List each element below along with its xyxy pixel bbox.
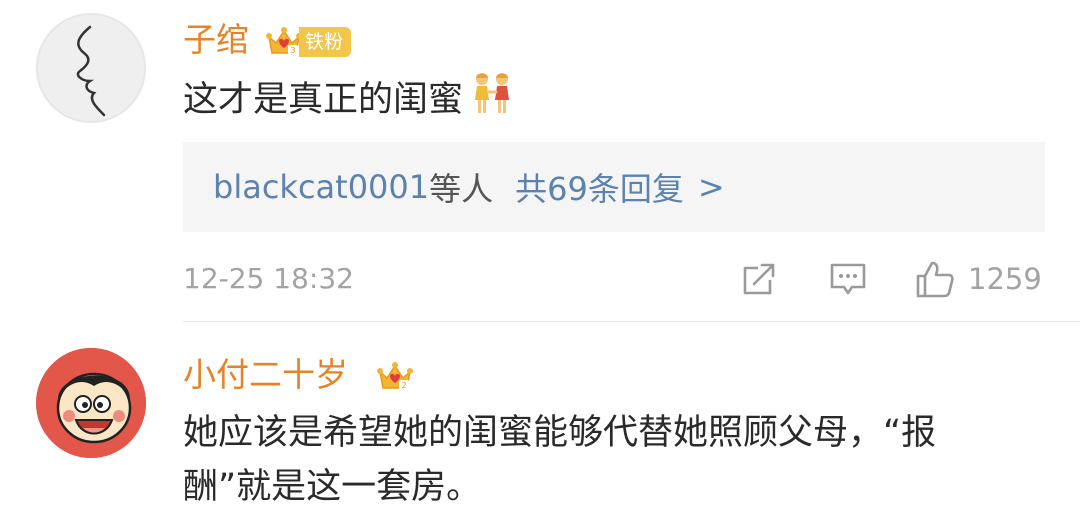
like-icon <box>916 261 954 298</box>
username[interactable]: 子绾 <box>183 20 249 60</box>
chevron-right-icon: > <box>697 168 725 206</box>
comment-timestamp: 12-25 18:32 <box>183 262 354 295</box>
share-icon <box>743 263 775 295</box>
avatar-face-profile-icon <box>76 25 106 117</box>
svg-text:2: 2 <box>401 381 406 390</box>
fan-badge[interactable]: 3 铁粉 <box>265 23 352 61</box>
reply-others-label: 等人 <box>429 170 494 208</box>
comment-text: 这才是真正的闺蜜 <box>183 70 515 132</box>
share-button[interactable] <box>740 259 778 299</box>
like-button[interactable]: 1259 <box>914 259 1042 299</box>
member-badge[interactable]: 2 <box>376 358 414 396</box>
comment-item: 子绾 3 铁粉 这才是真正的闺蜜 blackcat0001 等人 共69条回复 … <box>0 0 1080 322</box>
comment-text-content: 这才是真正的闺蜜 <box>183 80 464 120</box>
avatar-cartoon-boy-icon <box>36 348 146 458</box>
username[interactable]: 小付二十岁 <box>183 355 348 395</box>
svg-text:3: 3 <box>290 46 295 55</box>
like-count: 1259 <box>968 262 1042 296</box>
comment-text-line: 她应该是希望她的闺蜜能够代替她照顾父母，“报 <box>183 413 937 453</box>
comment-item: 小付二十岁 2 她应该是希望她的闺蜜能够代替她照顾父母，“报 酬”就是这一套房。 <box>0 322 1080 522</box>
comment-button[interactable] <box>828 259 868 299</box>
avatar[interactable] <box>36 348 146 458</box>
two-women-holding-hands-emoji <box>469 70 515 132</box>
comment-icon <box>830 263 866 295</box>
comment-text: 她应该是希望她的闺蜜能够代替她照顾父母，“报 酬”就是这一套房。 <box>183 406 936 514</box>
avatar[interactable] <box>36 13 146 123</box>
fan-badge-label: 铁粉 <box>299 27 352 57</box>
crown-icon: 2 <box>377 362 413 390</box>
reply-summary[interactable]: blackcat0001 等人 共69条回复 > <box>183 142 1045 232</box>
reply-count-link[interactable]: 共69条回复 <box>515 164 684 210</box>
comment-text-line: 酬”就是这一套房。 <box>183 467 482 507</box>
crown-icon: 3 <box>266 27 302 55</box>
reply-usernames[interactable]: blackcat0001 <box>213 168 429 206</box>
